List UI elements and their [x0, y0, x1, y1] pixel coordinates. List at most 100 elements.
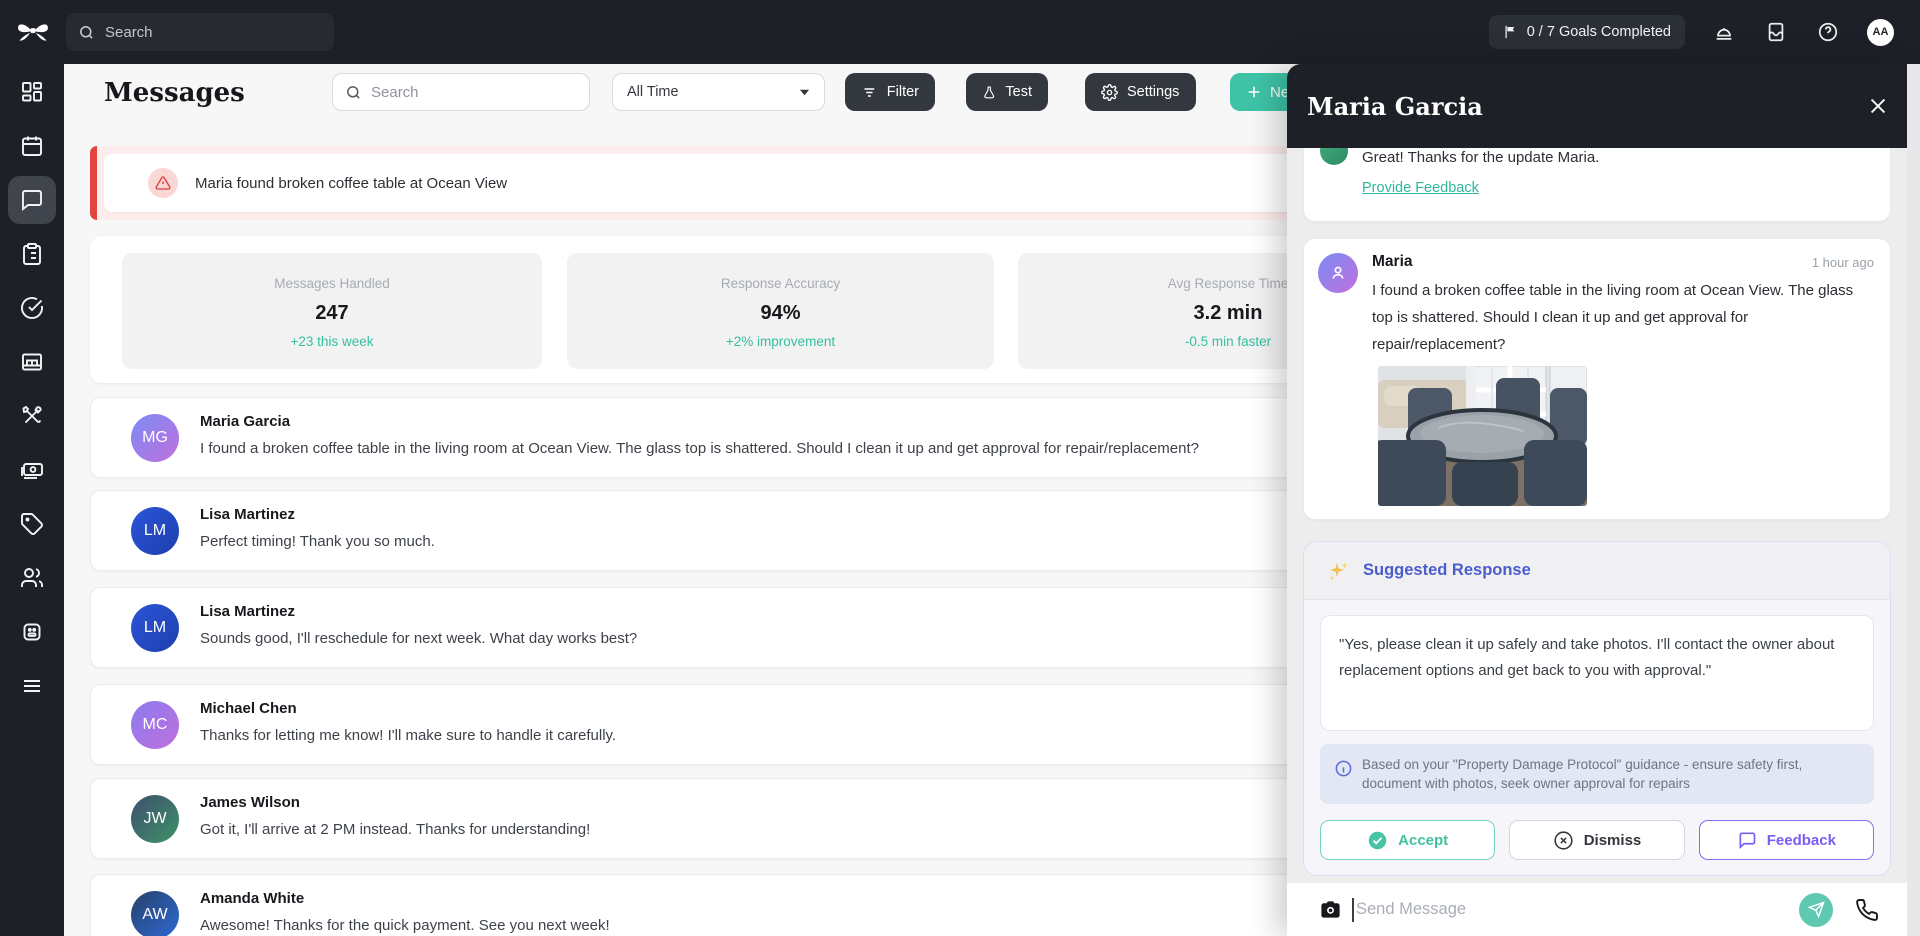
- topbar-actions: 0 / 7 Goals Completed AA: [1489, 15, 1920, 49]
- messages-icon: [20, 188, 44, 212]
- bell-icon: [1713, 21, 1735, 43]
- test-label: Test: [1005, 84, 1032, 100]
- conversation-title: Maria Garcia: [1307, 92, 1483, 121]
- stat-response-accuracy: Response Accuracy 94% +2% improvement: [567, 253, 994, 369]
- avatar-initials: LM: [144, 619, 166, 637]
- speech-bubble-icon: [1737, 830, 1757, 850]
- avatar: MC: [131, 701, 179, 749]
- sidebar-item-pricing[interactable]: [8, 500, 56, 548]
- avatar: LM: [131, 507, 179, 555]
- chevron-down-icon: [799, 88, 810, 96]
- message-text: I found a broken coffee table in the liv…: [1372, 277, 1870, 358]
- conversation-scroll[interactable]: Great! Thanks for the update Maria. Prov…: [1303, 148, 1891, 883]
- stat-label: Response Accuracy: [567, 276, 994, 291]
- send-message-input[interactable]: Send Message: [1356, 900, 1799, 919]
- avatar-initials: JW: [143, 810, 166, 828]
- call-button[interactable]: [1855, 898, 1879, 922]
- inbox-button[interactable]: [1763, 19, 1789, 45]
- suggested-response-text: "Yes, please clean it up safely and take…: [1320, 615, 1874, 731]
- suggestion-guidance-text: Based on your "Property Damage Protocol"…: [1362, 757, 1802, 791]
- camera-button[interactable]: [1319, 898, 1342, 921]
- send-button[interactable]: [1799, 893, 1833, 927]
- search-icon: [345, 84, 362, 101]
- sidebar-item-maintenance[interactable]: [8, 392, 56, 440]
- check-circle-icon: [20, 296, 44, 320]
- provide-feedback-link[interactable]: Provide Feedback: [1362, 180, 1479, 196]
- stat-label: Messages Handled: [122, 276, 542, 291]
- user-avatar[interactable]: AA: [1867, 19, 1894, 46]
- message-sender: Lisa Martinez: [200, 506, 295, 523]
- camera-icon: [1319, 898, 1342, 921]
- sidebar-item-approvals[interactable]: [8, 284, 56, 332]
- goals-completed-button[interactable]: 0 / 7 Goals Completed: [1489, 15, 1685, 49]
- sidebar-item-messages[interactable]: [8, 176, 56, 224]
- sidebar-item-tasks[interactable]: [8, 230, 56, 278]
- avatar: [1318, 253, 1358, 293]
- close-icon: [1867, 95, 1889, 117]
- global-search: [66, 13, 334, 51]
- inbox-icon: [1765, 21, 1787, 43]
- notifications-button[interactable]: [1711, 19, 1737, 45]
- scroll-gutter[interactable]: [1907, 64, 1920, 936]
- tools-icon: [20, 404, 44, 428]
- messages-search-input[interactable]: [371, 84, 561, 101]
- feedback-button[interactable]: Feedback: [1699, 820, 1874, 860]
- filter-button[interactable]: Filter: [845, 73, 935, 111]
- avatar: AW: [131, 891, 179, 936]
- goals-completed-label: 0 / 7 Goals Completed: [1527, 24, 1671, 40]
- conversation-header: Maria Garcia: [1287, 64, 1907, 148]
- tag-icon: [20, 512, 44, 536]
- stat-value: 94%: [567, 302, 994, 325]
- time-filter-value: All Time: [627, 84, 679, 100]
- info-icon: [1334, 759, 1353, 778]
- avatar: LM: [131, 604, 179, 652]
- check-circle-icon: [1367, 830, 1388, 851]
- settings-button[interactable]: Settings: [1085, 73, 1196, 111]
- users-icon: [20, 566, 44, 590]
- alert-stripe: [90, 146, 97, 220]
- stat-delta: +2% improvement: [567, 334, 994, 349]
- avatar-initials: AW: [142, 906, 167, 924]
- dashboard-icon: [20, 80, 44, 104]
- sparkles-icon: [1326, 559, 1350, 583]
- banknote-icon: [20, 458, 44, 482]
- flag-icon: [1503, 24, 1518, 40]
- sidebar-item-menu[interactable]: [8, 662, 56, 710]
- stat-value: 247: [122, 302, 542, 325]
- avatar-initials: LM: [144, 522, 166, 540]
- accept-button[interactable]: Accept: [1320, 820, 1495, 860]
- conversation-panel: Maria Garcia Great! Thanks for the updat…: [1287, 64, 1907, 936]
- message-sender: Maria: [1372, 253, 1413, 271]
- furniture-icon: [20, 350, 44, 374]
- filter-icon: [861, 84, 878, 101]
- suggested-response-title: Suggested Response: [1363, 561, 1531, 580]
- sidebar-item-team[interactable]: [8, 554, 56, 602]
- clipboard-list-icon: [20, 242, 44, 266]
- previous-message-card: Great! Thanks for the update Maria. Prov…: [1303, 148, 1891, 222]
- global-search-input[interactable]: [105, 24, 305, 41]
- sidebar-item-dashboard[interactable]: [8, 68, 56, 116]
- help-button[interactable]: [1815, 19, 1841, 45]
- avatar: JW: [131, 795, 179, 843]
- phone-icon: [1855, 898, 1879, 922]
- send-icon: [1808, 901, 1825, 918]
- message-attachment-photo[interactable]: [1378, 366, 1587, 506]
- avatar-initials: MC: [143, 716, 168, 734]
- sidebar-item-payments[interactable]: [8, 446, 56, 494]
- logo-bow-icon[interactable]: [16, 19, 50, 45]
- menu-icon: [20, 674, 44, 698]
- stat-messages-handled: Messages Handled 247 +23 this week: [122, 253, 542, 369]
- message-sender: Maria Garcia: [200, 413, 290, 430]
- sidebar-item-contacts[interactable]: [8, 608, 56, 656]
- message-sender: James Wilson: [200, 794, 300, 811]
- time-filter-select[interactable]: All Time: [612, 73, 825, 111]
- sidebar-item-calendar[interactable]: [8, 122, 56, 170]
- close-panel-button[interactable]: [1867, 95, 1889, 117]
- dismiss-button[interactable]: Dismiss: [1509, 820, 1684, 860]
- test-button[interactable]: Test: [966, 73, 1048, 111]
- flask-icon: [982, 84, 996, 101]
- plus-icon: [1246, 84, 1262, 100]
- sidebar-item-properties[interactable]: [8, 338, 56, 386]
- settings-label: Settings: [1127, 84, 1179, 100]
- suggested-response-header: Suggested Response: [1304, 542, 1890, 600]
